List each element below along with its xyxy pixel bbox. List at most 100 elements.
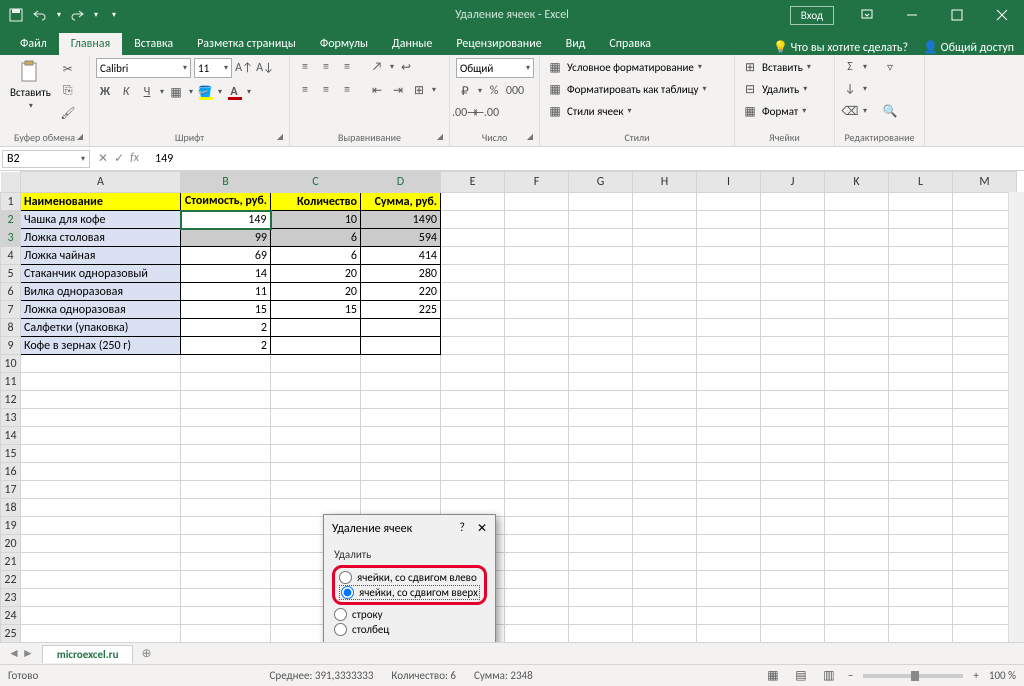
cell[interactable] (271, 481, 361, 499)
cell[interactable] (569, 445, 633, 463)
tab-file[interactable]: Файл (8, 33, 59, 55)
cell[interactable] (505, 481, 569, 499)
cell[interactable] (505, 265, 569, 283)
cell[interactable] (889, 427, 953, 445)
bold-icon[interactable]: Ж (96, 83, 114, 101)
cell[interactable]: Стаканчик одноразовый (21, 265, 181, 283)
cell[interactable] (825, 481, 889, 499)
cell[interactable] (633, 301, 697, 319)
align-middle-icon[interactable]: ≡ (317, 58, 335, 76)
cell[interactable] (889, 571, 953, 589)
cell[interactable] (953, 625, 1017, 643)
autosum-icon[interactable]: Σ (841, 58, 859, 76)
cell[interactable] (889, 283, 953, 301)
row-header[interactable]: 21 (1, 553, 21, 571)
cell[interactable] (569, 553, 633, 571)
cell[interactable] (889, 499, 953, 517)
decrease-decimal-icon[interactable]: ←.00 (477, 104, 495, 122)
cell[interactable] (761, 265, 825, 283)
cell[interactable] (697, 373, 761, 391)
cell[interactable] (761, 553, 825, 571)
cell[interactable] (825, 553, 889, 571)
cell[interactable] (271, 445, 361, 463)
cell[interactable] (825, 373, 889, 391)
cell[interactable] (181, 427, 271, 445)
cell[interactable] (441, 247, 505, 265)
tab-formulas[interactable]: Формулы (308, 33, 380, 55)
row-header[interactable]: 4 (1, 247, 21, 265)
cell[interactable] (953, 499, 1017, 517)
align-right-icon[interactable]: ≡ (338, 81, 356, 99)
cell[interactable] (361, 427, 441, 445)
pagebreak-view-icon[interactable]: ▥ (820, 667, 838, 685)
cell[interactable] (181, 535, 271, 553)
cell[interactable] (889, 481, 953, 499)
cell[interactable] (761, 427, 825, 445)
minimize-icon[interactable] (889, 0, 934, 30)
comma-icon[interactable]: 000 (506, 82, 524, 100)
dialog-launcher-icon[interactable]: ◢ (277, 132, 283, 142)
cell[interactable] (21, 391, 181, 409)
cell[interactable] (825, 193, 889, 211)
cell[interactable] (953, 373, 1017, 391)
cell[interactable] (271, 355, 361, 373)
cell[interactable] (889, 409, 953, 427)
cell[interactable] (361, 409, 441, 427)
cell[interactable] (361, 391, 441, 409)
cell[interactable] (633, 607, 697, 625)
cell[interactable] (633, 553, 697, 571)
row-header[interactable]: 7 (1, 301, 21, 319)
cell[interactable] (21, 409, 181, 427)
cell[interactable] (825, 301, 889, 319)
cell[interactable] (697, 499, 761, 517)
tab-pagelayout[interactable]: Разметка страницы (185, 33, 308, 55)
zoom-out-icon[interactable]: − (848, 669, 853, 682)
row-header[interactable]: 13 (1, 409, 21, 427)
decrease-font-icon[interactable]: A↓ (256, 59, 274, 77)
cell[interactable]: Ложка одноразовая (21, 301, 181, 319)
cell[interactable]: 15 (181, 301, 271, 319)
cell[interactable] (697, 283, 761, 301)
cell[interactable] (761, 607, 825, 625)
cell[interactable] (761, 445, 825, 463)
cell[interactable] (761, 571, 825, 589)
cell[interactable] (181, 571, 271, 589)
cell[interactable] (21, 517, 181, 535)
row-header[interactable]: 3 (1, 229, 21, 247)
col-header[interactable]: D (361, 172, 441, 193)
cell[interactable]: Кофе в зернах (250 г) (21, 337, 181, 355)
cell[interactable] (761, 319, 825, 337)
cell[interactable] (21, 589, 181, 607)
col-header[interactable]: H (633, 172, 697, 193)
cell[interactable] (953, 517, 1017, 535)
sort-filter-icon[interactable]: ▿ (881, 58, 899, 76)
dialog-launcher-icon[interactable]: ◢ (527, 132, 533, 142)
cell[interactable] (889, 337, 953, 355)
col-header[interactable]: J (761, 172, 825, 193)
cell[interactable] (505, 229, 569, 247)
row-header[interactable]: 1 (1, 193, 21, 211)
cell[interactable] (181, 409, 271, 427)
format-as-table-button[interactable]: ▦Форматировать как таблицу▾ (546, 80, 707, 98)
cell[interactable] (505, 355, 569, 373)
cell[interactable] (505, 301, 569, 319)
cell[interactable] (569, 337, 633, 355)
cell[interactable] (441, 391, 505, 409)
cell[interactable] (633, 625, 697, 643)
cell[interactable] (569, 571, 633, 589)
cell[interactable] (889, 607, 953, 625)
cell[interactable] (361, 373, 441, 391)
cell[interactable] (569, 463, 633, 481)
cell[interactable] (181, 445, 271, 463)
cell[interactable] (697, 265, 761, 283)
cell[interactable]: 149 (181, 211, 271, 229)
cell[interactable] (889, 247, 953, 265)
cell[interactable] (441, 193, 505, 211)
cell[interactable] (697, 463, 761, 481)
col-header[interactable]: K (825, 172, 889, 193)
cell[interactable] (505, 463, 569, 481)
cell[interactable] (21, 571, 181, 589)
cell[interactable] (569, 229, 633, 247)
row-header[interactable]: 5 (1, 265, 21, 283)
tab-help[interactable]: Справка (597, 33, 663, 55)
